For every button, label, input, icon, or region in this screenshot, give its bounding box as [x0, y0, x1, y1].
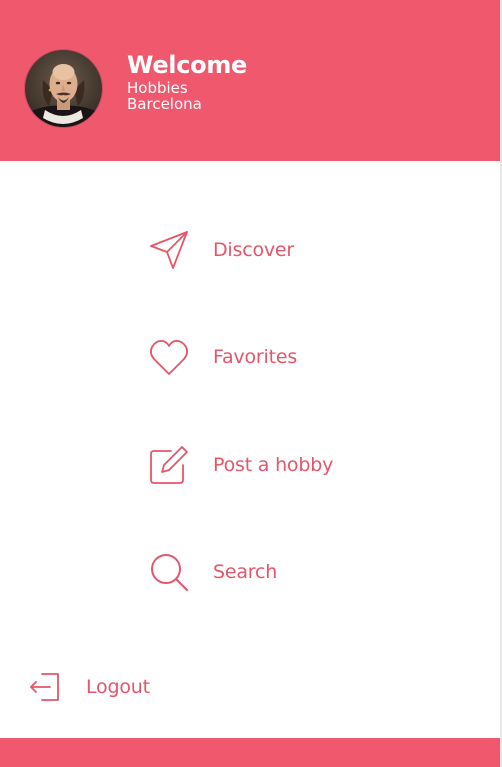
logout-icon [28, 670, 62, 704]
subtitle-city: Barcelona [127, 95, 202, 113]
menu-item-favorites[interactable]: Favorites [146, 332, 406, 382]
drawer-footer [0, 738, 500, 767]
menu-item-discover[interactable]: Discover [146, 225, 406, 275]
menu-item-label: Search [213, 561, 278, 583]
menu-item-label: Discover [213, 239, 295, 261]
heart-icon [146, 334, 192, 380]
send-icon [146, 227, 192, 273]
drawer-header: Welcome Hobbies Barcelona [0, 0, 500, 161]
menu-item-label: Favorites [213, 346, 298, 368]
menu-item-search[interactable]: Search [146, 547, 406, 597]
logout-label: Logout [86, 676, 150, 698]
welcome-title: Welcome [127, 51, 248, 79]
menu-item-post-hobby[interactable]: Post a hobby [146, 440, 406, 490]
subtitle-hobbies: Hobbies [127, 79, 188, 97]
edit-icon [146, 442, 192, 488]
logout-button[interactable]: Logout [28, 666, 150, 708]
avatar-portrait [25, 50, 102, 127]
avatar[interactable] [25, 50, 102, 127]
app-drawer: Welcome Hobbies Barcelona Discover Favor… [0, 0, 502, 767]
search-icon [146, 549, 192, 595]
menu-item-label: Post a hobby [213, 454, 334, 476]
